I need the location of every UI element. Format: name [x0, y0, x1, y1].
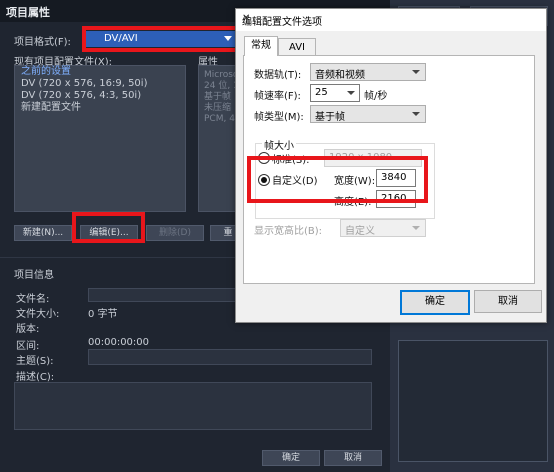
- list-item[interactable]: 新建配置文件: [15, 102, 185, 114]
- chevron-down-icon: [347, 91, 355, 95]
- filename-field: [88, 288, 240, 302]
- list-item[interactable]: DV (720 x 576, 16:9, 50i): [15, 78, 185, 90]
- filesize-value: 0 字节: [88, 309, 118, 320]
- frametype-label: 帧类型(M):: [254, 112, 304, 123]
- framesize-group-label: 帧大小: [262, 137, 296, 152]
- tab-avi[interactable]: AVI: [278, 38, 316, 56]
- highlight-custom-size: [247, 156, 428, 203]
- close-icon[interactable]: ✕: [242, 13, 538, 24]
- main-cancel-button[interactable]: 取消: [324, 450, 382, 466]
- delete-button[interactable]: 删除(D): [146, 225, 204, 241]
- highlight-format: [82, 26, 243, 52]
- version-label: 版本:: [16, 324, 40, 335]
- aspect-label: 显示宽高比(B):: [254, 226, 323, 237]
- list-item[interactable]: DV (720 x 576, 4:3, 50i): [15, 90, 185, 102]
- info-title: 项目信息: [14, 270, 54, 281]
- aspect-select[interactable]: 自定义: [340, 219, 426, 237]
- framerate-label: 帧速率(F):: [254, 91, 301, 102]
- list-item[interactable]: 之前的设置: [15, 66, 185, 78]
- profiles-list[interactable]: 之前的设置 DV (720 x 576, 16:9, 50i) DV (720 …: [14, 65, 186, 212]
- framerate-unit: 帧/秒: [364, 91, 388, 102]
- description-label: 描述(C):: [16, 372, 55, 383]
- window-title: 项目属性: [6, 6, 50, 19]
- dialog-ok-button[interactable]: 确定: [400, 290, 470, 315]
- dialog-titlebar: 编辑配置文件选项 ✕: [236, 9, 546, 31]
- frametype-select[interactable]: 基于帧: [310, 105, 426, 123]
- chevron-down-icon: [412, 112, 420, 116]
- tab-general[interactable]: 常规: [244, 36, 278, 56]
- tracks-select[interactable]: 音频和视频: [310, 63, 426, 81]
- main-ok-button[interactable]: 确定: [262, 450, 320, 466]
- subject-input[interactable]: [88, 349, 372, 365]
- interval-value: 00:00:00:00: [88, 337, 150, 348]
- tracks-label: 数据轨(T):: [254, 70, 302, 81]
- framerate-combo[interactable]: 25: [310, 84, 360, 102]
- filename-label: 文件名:: [16, 294, 50, 305]
- interval-label: 区间:: [16, 341, 40, 352]
- subject-label: 主题(S):: [16, 356, 54, 367]
- format-label: 项目格式(F):: [14, 37, 71, 48]
- new-button[interactable]: 新建(N)...: [14, 225, 72, 241]
- bg-panel: [398, 340, 548, 462]
- chevron-down-icon: [412, 70, 420, 74]
- chevron-down-icon: [412, 226, 420, 230]
- dialog-cancel-button[interactable]: 取消: [474, 290, 542, 313]
- filesize-label: 文件大小:: [16, 309, 60, 320]
- description-textarea[interactable]: [14, 382, 372, 430]
- highlight-edit: [72, 212, 145, 243]
